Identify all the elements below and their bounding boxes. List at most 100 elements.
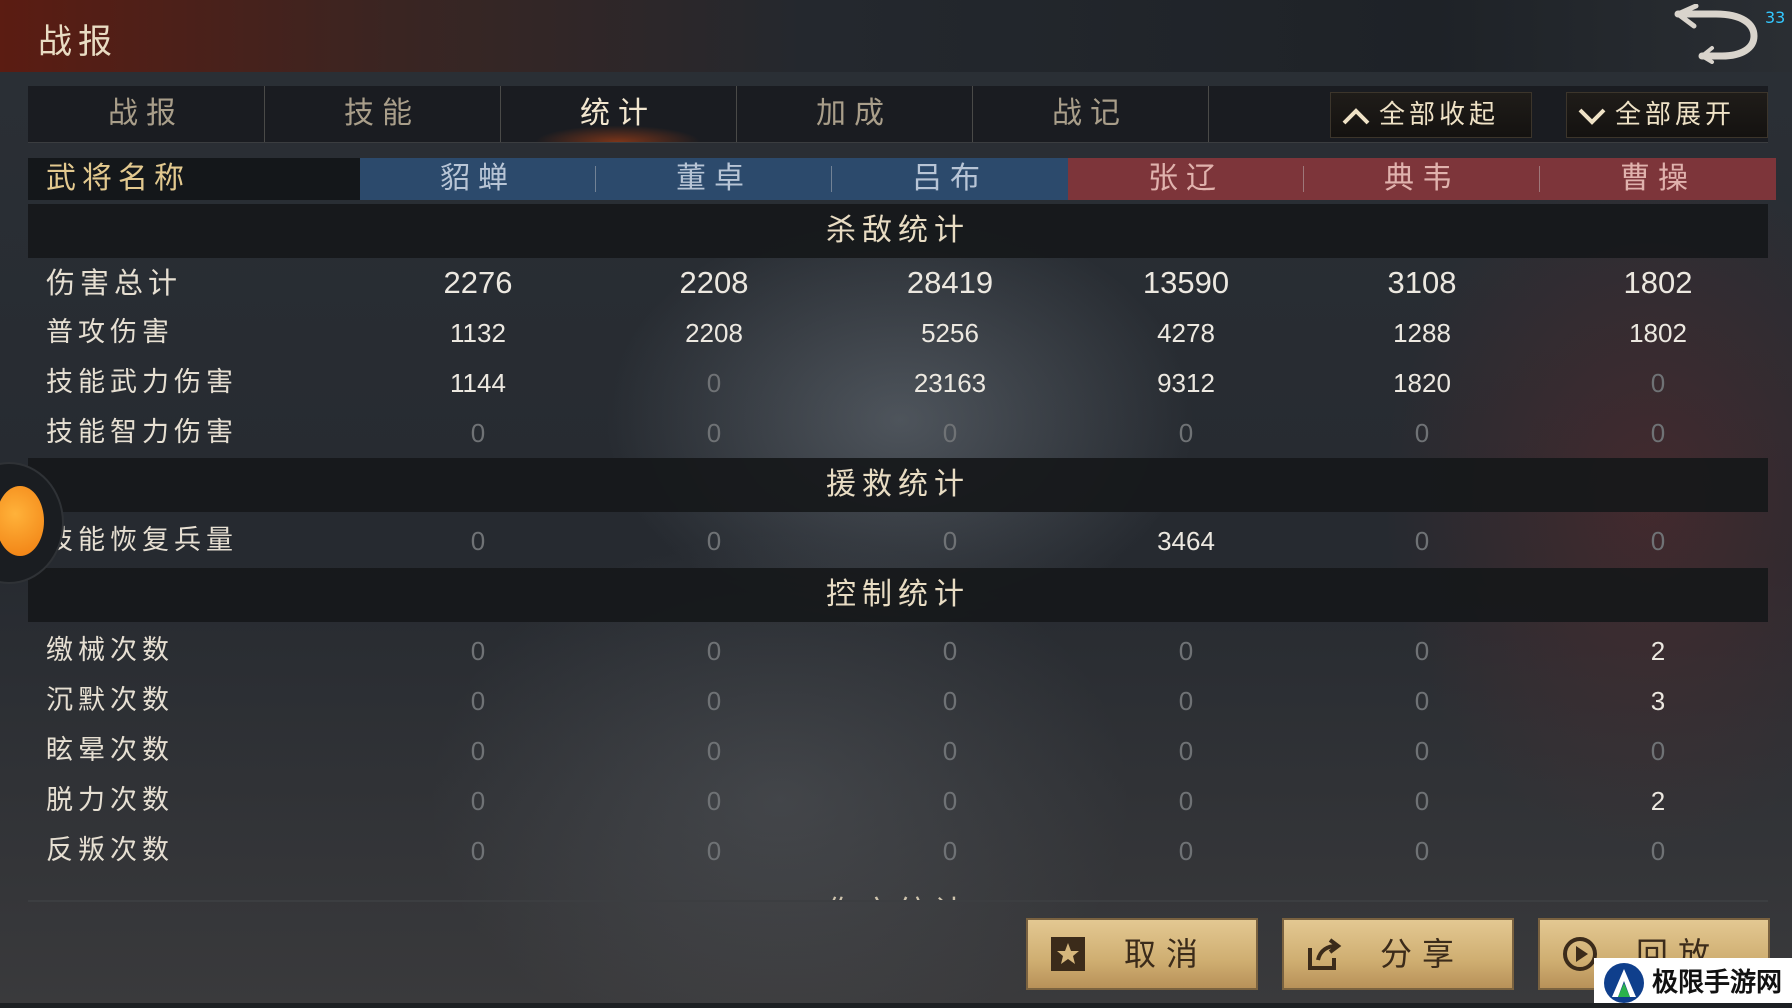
stat-value: 0 <box>470 836 486 866</box>
stat-value: 2 <box>1650 786 1666 816</box>
stat-row: 反叛次数 0 0 0 0 0 0 <box>28 826 1768 876</box>
tab-battle-log[interactable]: 战记 <box>972 86 1209 142</box>
stat-label: 伤害总计 <box>46 266 183 300</box>
page-title: 战报 <box>38 22 118 62</box>
expand-all-label: 全部展开 <box>1615 100 1736 130</box>
tab-bar: 战报 技能 统计 加成 战记 全部收起 全部展开 <box>28 86 1768 143</box>
stat-label: 技能武力伤害 <box>46 367 238 398</box>
general-name-header: 武将名称 <box>28 158 360 200</box>
stat-value: 0 <box>706 526 722 556</box>
expand-all-button[interactable]: 全部展开 <box>1566 92 1768 138</box>
stat-value: 0 <box>942 786 958 816</box>
stat-value: 0 <box>706 736 722 766</box>
share-label: 分享 <box>1380 935 1465 973</box>
section-header-control: 控制统计 <box>28 568 1768 622</box>
stat-label: 沉默次数 <box>46 685 174 716</box>
bottom-strip <box>0 1003 1792 1008</box>
stat-row: 眩晕次数 0 0 0 0 0 0 <box>28 726 1768 776</box>
general-name: 吕布 <box>912 161 988 196</box>
tab-bonus[interactable]: 加成 <box>736 86 973 142</box>
stat-label: 反叛次数 <box>46 835 174 866</box>
general-name: 曹操 <box>1620 161 1696 196</box>
stat-value: 0 <box>1650 418 1666 448</box>
stat-value: 0 <box>1178 786 1194 816</box>
stat-value: 0 <box>470 526 486 556</box>
general-name: 董卓 <box>676 161 752 196</box>
fps-counter: 33 <box>1765 8 1786 27</box>
stat-label: 技能智力伤害 <box>46 417 238 448</box>
stat-row: 沉默次数 0 0 0 0 0 3 <box>28 676 1768 726</box>
stat-value: 0 <box>1414 418 1430 448</box>
general-name: 貂蝉 <box>440 161 516 196</box>
tab-skills[interactable]: 技能 <box>264 86 501 142</box>
general-col-header: 典韦 <box>1304 158 1540 200</box>
stat-value: 0 <box>706 686 722 716</box>
stat-value: 13590 <box>1142 265 1230 300</box>
stat-value: 0 <box>470 736 486 766</box>
stat-value: 2208 <box>679 265 749 300</box>
general-header-row: 武将名称 貂蝉 董卓 吕布 张辽 典韦 曹操 <box>28 158 1776 200</box>
collapse-all-button[interactable]: 全部收起 <box>1330 92 1532 138</box>
stat-label: 普攻伤害 <box>46 317 174 348</box>
stat-row: 技能恢复兵量 0 0 0 3464 0 0 <box>28 516 1768 566</box>
stat-value: 0 <box>1650 526 1666 556</box>
watermark-text: 极限手游网 <box>1652 968 1783 998</box>
stat-value: 0 <box>706 636 722 666</box>
stat-value: 0 <box>1178 736 1194 766</box>
stat-value: 0 <box>1414 836 1430 866</box>
stat-value: 0 <box>706 368 722 398</box>
stat-value: 23163 <box>913 368 987 398</box>
chevron-up-icon <box>1342 108 1370 125</box>
stat-value: 0 <box>1414 736 1430 766</box>
tab-battle-report[interactable]: 战报 <box>28 86 265 142</box>
stat-value: 2 <box>1650 636 1666 666</box>
cancel-button[interactable]: 取消 <box>1026 918 1258 990</box>
stat-value: 28419 <box>906 265 994 300</box>
stat-value: 0 <box>1178 418 1194 448</box>
stat-row: 技能智力伤害 0 0 0 0 0 0 <box>28 408 1768 458</box>
stat-label: 技能恢复兵量 <box>46 525 238 556</box>
section-header-rescue: 援救统计 <box>28 458 1768 512</box>
section-header-kills: 杀敌统计 <box>28 204 1768 258</box>
stat-value: 3 <box>1650 686 1666 716</box>
back-button[interactable] <box>1672 3 1764 64</box>
stat-value: 0 <box>706 418 722 448</box>
stat-value: 0 <box>706 836 722 866</box>
share-button[interactable]: 分享 <box>1282 918 1514 990</box>
share-icon <box>1308 938 1342 970</box>
stat-value: 0 <box>1414 636 1430 666</box>
site-watermark: 极限手游网 <box>1594 958 1792 1008</box>
general-col-header: 张辽 <box>1068 158 1304 200</box>
general-name: 张辽 <box>1148 161 1224 196</box>
general-col-header: 貂蝉 <box>360 158 596 200</box>
stat-value: 5256 <box>921 318 979 348</box>
stat-value: 0 <box>942 636 958 666</box>
back-arrow-icon <box>1674 3 1758 64</box>
general-col-header: 曹操 <box>1540 158 1776 200</box>
stat-label: 脱力次数 <box>46 785 174 816</box>
assistant-icon <box>0 486 44 556</box>
general-col-header: 董卓 <box>596 158 832 200</box>
stat-value: 0 <box>470 636 486 666</box>
tab-statistics[interactable]: 统计 <box>500 86 737 142</box>
general-col-header: 吕布 <box>832 158 1068 200</box>
stat-value: 1802 <box>1629 318 1687 348</box>
general-name: 典韦 <box>1384 161 1460 196</box>
stat-value: 1144 <box>450 368 506 398</box>
stat-value: 0 <box>1178 836 1194 866</box>
stat-value: 2276 <box>443 265 513 300</box>
stat-value: 0 <box>942 736 958 766</box>
stat-value: 0 <box>1414 526 1430 556</box>
star-icon <box>1051 937 1085 971</box>
chevron-down-icon <box>1578 108 1606 125</box>
stat-value: 2208 <box>685 318 743 348</box>
stat-value: 1288 <box>1393 318 1451 348</box>
title-bar: 战报 33 <box>0 0 1792 72</box>
stat-value: 0 <box>1650 368 1666 398</box>
stat-row: 缴械次数 0 0 0 0 0 2 <box>28 626 1768 676</box>
stat-value: 0 <box>942 686 958 716</box>
stat-value: 0 <box>706 786 722 816</box>
stat-row: 普攻伤害 1132 2208 5256 4278 1288 1802 <box>28 308 1768 358</box>
stats-panel: 战报 技能 统计 加成 战记 全部收起 全部展开 武将名称 貂蝉 董卓 吕布 张… <box>28 86 1776 904</box>
section-header-partial: 伤亡统计 <box>28 886 1768 900</box>
